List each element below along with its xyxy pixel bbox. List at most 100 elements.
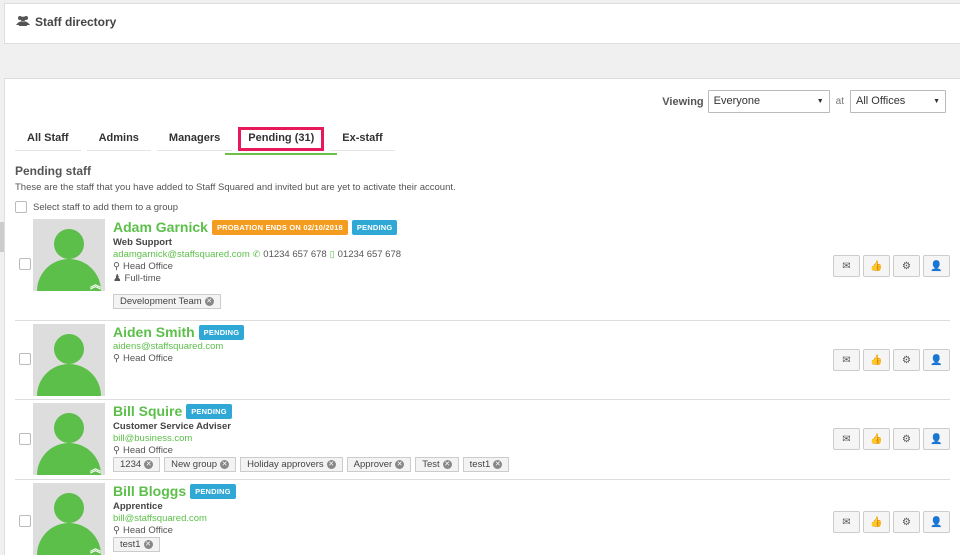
thumbs-up-icon[interactable]: 👍 bbox=[863, 428, 890, 450]
row-checkbox[interactable] bbox=[19, 258, 31, 270]
select-all-checkbox[interactable] bbox=[15, 201, 27, 213]
gear-icon[interactable]: ⚙ bbox=[893, 428, 920, 450]
tab-managers[interactable]: Managers bbox=[156, 127, 233, 151]
remove-tag-icon[interactable]: ✕ bbox=[395, 460, 405, 469]
chevron-up-icon: ︽ bbox=[90, 463, 101, 475]
map-marker-icon: ⚲ bbox=[113, 525, 120, 536]
office-select[interactable]: All Offices ▼ bbox=[850, 90, 946, 113]
office-name: Head Office bbox=[122, 261, 173, 272]
remove-tag-icon[interactable]: ✕ bbox=[493, 460, 503, 469]
remove-tag-icon[interactable]: ✕ bbox=[143, 540, 153, 549]
envelope-icon[interactable]: ✉ bbox=[833, 255, 860, 277]
page-title-text: Staff directory bbox=[35, 15, 117, 29]
envelope-icon[interactable]: ✉ bbox=[833, 428, 860, 450]
thumbs-up-icon[interactable]: 👍 bbox=[863, 511, 890, 533]
page-title: Staff directory bbox=[16, 15, 116, 29]
staff-name[interactable]: Bill Squire bbox=[113, 403, 182, 419]
gear-icon[interactable]: ⚙ bbox=[893, 511, 920, 533]
staff-row: ︽ Adam Garnick PROBATION ENDS ON 02/10/2… bbox=[15, 217, 950, 321]
remove-tag-icon[interactable]: ✕ bbox=[204, 297, 214, 306]
gear-icon[interactable]: ⚙ bbox=[893, 349, 920, 371]
group-tag: New group ✕ bbox=[164, 457, 237, 472]
row-checkbox[interactable] bbox=[19, 515, 31, 527]
status-badge: PENDING bbox=[198, 324, 245, 340]
avatar[interactable]: ︽ bbox=[33, 403, 105, 475]
avatar[interactable] bbox=[33, 324, 105, 396]
group-tags: 1234 ✕ New group ✕ Holiday approvers ✕ Appr… bbox=[113, 457, 510, 472]
group-tags: Development Team ✕ bbox=[113, 294, 401, 309]
row-actions: ✉ 👍 ⚙ 👤 bbox=[833, 255, 950, 277]
job-title: Web Support bbox=[113, 237, 172, 248]
person-icon: ♟ bbox=[113, 273, 122, 284]
thumbs-up-icon[interactable]: 👍 bbox=[863, 349, 890, 371]
section-title: Pending staff bbox=[15, 164, 92, 178]
at-label: at bbox=[835, 96, 844, 107]
mobile-icon: ▯ bbox=[329, 249, 335, 259]
map-marker-icon: ⚲ bbox=[113, 353, 120, 364]
chevron-up-icon: ︽ bbox=[90, 543, 101, 555]
mobile-number: 01234 657 678 bbox=[337, 249, 402, 260]
gear-icon[interactable]: ⚙ bbox=[893, 255, 920, 277]
staff-name[interactable]: Aiden Smith bbox=[113, 324, 195, 340]
office-name: Head Office bbox=[122, 525, 173, 536]
office-name: Head Office bbox=[122, 445, 173, 456]
section-description: These are the staff that you have added … bbox=[15, 182, 456, 193]
group-tag: test1 ✕ bbox=[113, 537, 160, 552]
group-tag: test1 ✕ bbox=[462, 457, 510, 472]
dropdown-arrow-icon: ▼ bbox=[816, 98, 824, 105]
employment-type: Full-time bbox=[124, 273, 161, 284]
remove-tag-icon[interactable]: ✕ bbox=[220, 460, 230, 469]
user-icon[interactable]: 👤 bbox=[923, 349, 950, 371]
viewing-filter: Viewing Everyone ▼ at All Offices ▼ bbox=[662, 90, 946, 113]
row-actions: ✉ 👍 ⚙ 👤 bbox=[833, 511, 950, 533]
remove-tag-icon[interactable]: ✕ bbox=[144, 460, 154, 469]
staff-name[interactable]: Bill Bloggs bbox=[113, 483, 186, 499]
tab-ex-staff[interactable]: Ex-staff bbox=[330, 127, 395, 151]
tab-all-staff[interactable]: All Staff bbox=[15, 127, 81, 151]
envelope-icon[interactable]: ✉ bbox=[833, 511, 860, 533]
avatar[interactable]: ︽ bbox=[33, 219, 105, 291]
users-icon bbox=[16, 15, 30, 29]
group-tag: Holiday approvers ✕ bbox=[240, 457, 343, 472]
status-badge: PENDING bbox=[186, 403, 232, 419]
user-icon[interactable]: 👤 bbox=[923, 255, 950, 277]
row-checkbox[interactable] bbox=[19, 353, 31, 365]
status-badge: PENDING bbox=[351, 219, 398, 235]
phone-icon: ✆ bbox=[252, 249, 261, 259]
staff-tabs: All Staff Admins Managers Pending (31) E… bbox=[15, 127, 401, 155]
remove-tag-icon[interactable]: ✕ bbox=[326, 460, 336, 469]
email-link[interactable]: adamgarnick@staffsquared.com bbox=[113, 249, 250, 260]
viewing-select[interactable]: Everyone ▼ bbox=[707, 90, 830, 113]
staff-row: ︽ Bill Squire PENDING Customer Service A… bbox=[15, 400, 950, 480]
email-link[interactable]: aidens@staffsquared.com bbox=[113, 341, 223, 352]
group-tag: Test ✕ bbox=[415, 457, 459, 472]
avatar[interactable]: ︽ bbox=[33, 483, 105, 555]
chevron-up-icon: ︽ bbox=[90, 279, 101, 291]
envelope-icon[interactable]: ✉ bbox=[833, 349, 860, 371]
select-all-label: Select staff to add them to a group bbox=[33, 201, 179, 213]
staff-row: ︽ Bill Bloggs PENDING Apprentice bill@st… bbox=[15, 480, 950, 555]
main-panel: Viewing Everyone ▼ at All Offices ▼ All … bbox=[4, 78, 960, 555]
row-checkbox[interactable] bbox=[19, 433, 31, 445]
user-icon[interactable]: 👤 bbox=[923, 511, 950, 533]
tab-pending[interactable]: Pending (31) bbox=[225, 127, 338, 155]
group-tag: Approver ✕ bbox=[346, 457, 412, 472]
row-actions: ✉ 👍 ⚙ 👤 bbox=[833, 349, 950, 371]
status-badge: PENDING bbox=[190, 483, 236, 499]
tab-admins[interactable]: Admins bbox=[86, 127, 151, 151]
group-tag: 1234 ✕ bbox=[113, 457, 161, 472]
thumbs-up-icon[interactable]: 👍 bbox=[863, 255, 890, 277]
office-name: Head Office bbox=[122, 353, 173, 364]
remove-tag-icon[interactable]: ✕ bbox=[442, 460, 452, 469]
email-link[interactable]: bill@staffsquared.com bbox=[113, 513, 207, 524]
staff-name[interactable]: Adam Garnick bbox=[113, 219, 208, 235]
map-marker-icon: ⚲ bbox=[113, 261, 120, 272]
page-header: Staff directory bbox=[4, 3, 960, 44]
group-tags: test1 ✕ bbox=[113, 537, 236, 552]
email-link[interactable]: bill@business.com bbox=[113, 433, 192, 444]
map-marker-icon: ⚲ bbox=[113, 445, 120, 456]
viewing-label: Viewing bbox=[662, 95, 704, 108]
staff-row: Aiden Smith PENDING aidens@staffsquared.… bbox=[15, 321, 950, 400]
user-icon[interactable]: 👤 bbox=[923, 428, 950, 450]
probation-badge: PROBATION ENDS ON 02/10/2018 bbox=[211, 219, 348, 235]
